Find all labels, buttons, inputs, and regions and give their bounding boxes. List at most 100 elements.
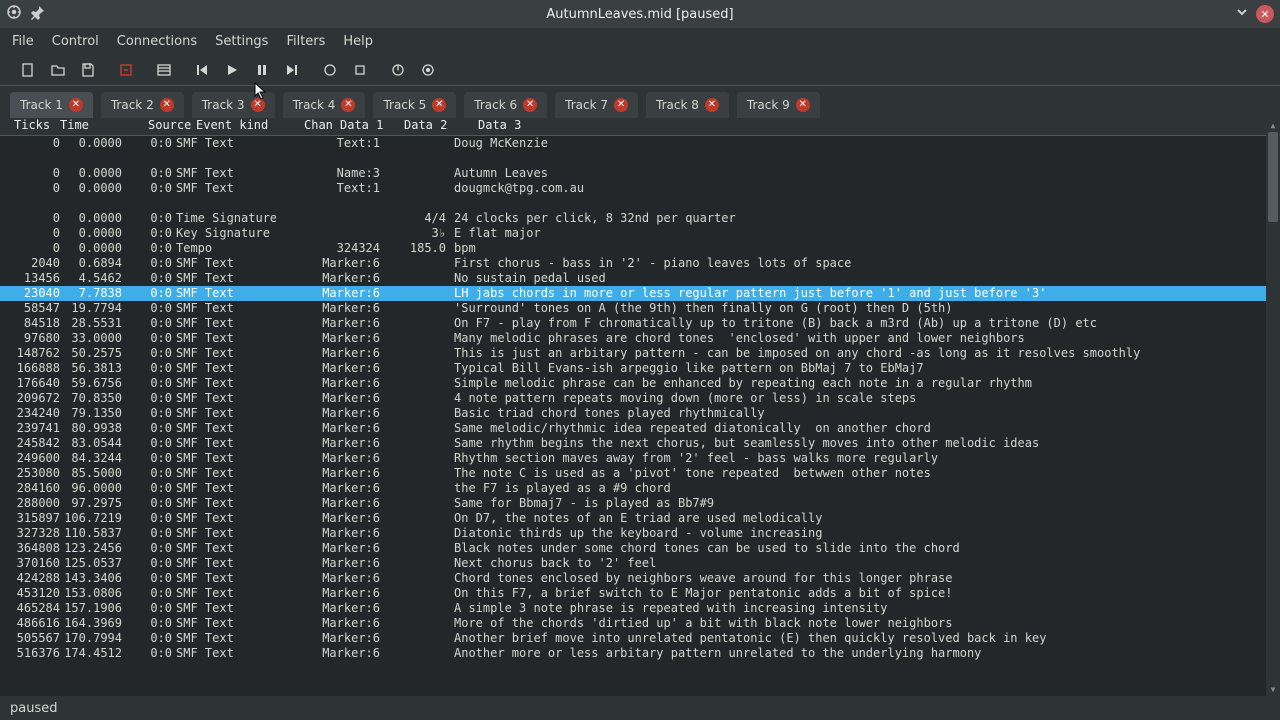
tab-track-4[interactable]: Track 4✕ (283, 92, 366, 118)
menu-connections[interactable]: Connections (117, 34, 197, 49)
table-row[interactable]: 516376174.45120:0SMF TextMarker:6Another… (0, 646, 1266, 661)
table-row[interactable]: 28416096.00000:0SMF TextMarker:6the F7 i… (0, 481, 1266, 496)
table-row[interactable]: 486616164.39690:0SMF TextMarker:6More of… (0, 616, 1266, 631)
col-kind[interactable]: Event kind (196, 118, 304, 135)
table-row[interactable]: 24960084.32440:0SMF TextMarker:6Rhythm s… (0, 451, 1266, 466)
scroll-thumb[interactable] (1268, 132, 1278, 222)
scroll-down-icon[interactable]: ▾ (1266, 682, 1280, 696)
statusbar: paused (0, 696, 1280, 720)
window-title: AutumnLeaves.mid [paused] (46, 7, 1234, 22)
table-row[interactable]: 17664059.67560:0SMF TextMarker:6Simple m… (0, 376, 1266, 391)
table-row[interactable]: 5854719.77940:0SMF TextMarker:6'Surround… (0, 301, 1266, 316)
table-row[interactable]: 00.00000:0Tempo324324185.0bpm (0, 241, 1266, 256)
tab-close-icon[interactable]: ✕ (432, 98, 446, 112)
menu-help[interactable]: Help (343, 34, 373, 49)
minimize-icon[interactable] (1234, 4, 1250, 24)
table-row[interactable]: 453120153.08060:0SMF TextMarker:6On this… (0, 586, 1266, 601)
table-row[interactable]: 00.00000:0SMF TextName:3Autumn Leaves (0, 166, 1266, 181)
pin-icon[interactable] (30, 4, 46, 24)
table-row[interactable]: 315897106.72190:0SMF TextMarker:6On D7, … (0, 511, 1266, 526)
save-button[interactable] (74, 56, 102, 84)
table-header: Ticks Time Source Event kind Chan Data 1… (0, 118, 1280, 136)
menu-control[interactable]: Control (52, 34, 99, 49)
new-button[interactable] (14, 56, 42, 84)
tab-track-8[interactable]: Track 8✕ (646, 92, 729, 118)
table-row[interactable]: 20967270.83500:0SMF TextMarker:64 note p… (0, 391, 1266, 406)
table-row[interactable]: 28800097.29750:0SMF TextMarker:6Same for… (0, 496, 1266, 511)
table-row[interactable]: 00.00000:0Key Signature3♭E flat major (0, 226, 1266, 241)
rewind-button[interactable] (188, 56, 216, 84)
pause-button[interactable] (248, 56, 276, 84)
table-row[interactable]: 20400.68940:0SMF TextMarker:6First choru… (0, 256, 1266, 271)
col-chan[interactable]: Chan (304, 118, 340, 135)
tab-label: Track 3 (202, 98, 245, 112)
tabstrip: Track 1✕Track 2✕Track 3✕Track 4✕Track 5✕… (0, 86, 1280, 118)
col-source[interactable]: Source (124, 118, 196, 135)
tab-close-icon[interactable]: ✕ (796, 98, 810, 112)
table-row[interactable]: 424288143.34060:0SMF TextMarker:6Chord t… (0, 571, 1266, 586)
table-row[interactable]: 00.00000:0Time Signature4/424 clocks per… (0, 211, 1266, 226)
table-row[interactable]: 23424079.13500:0SMF TextMarker:6Basic tr… (0, 406, 1266, 421)
table-row[interactable]: 00.00000:0SMF TextText:1Doug McKenzie (0, 136, 1266, 151)
table-row[interactable]: 327328110.58370:0SMF TextMarker:6Diatoni… (0, 526, 1266, 541)
table-row[interactable]: 364808123.24560:0SMF TextMarker:6Black n… (0, 541, 1266, 556)
event-table: Ticks Time Source Event kind Chan Data 1… (0, 118, 1280, 696)
table-row[interactable]: 8451828.55310:0SMF TextMarker:6On F7 - p… (0, 316, 1266, 331)
close-icon[interactable]: ✕ (1256, 5, 1274, 23)
table-row[interactable]: 9768033.00000:0SMF TextMarker:6Many melo… (0, 331, 1266, 346)
table-row[interactable]: 24584283.05440:0SMF TextMarker:6Same rhy… (0, 436, 1266, 451)
table-body[interactable]: 00.00000:0SMF TextText:1Doug McKenzie 00.… (0, 136, 1266, 696)
table-row[interactable]: 25308085.50000:0SMF TextMarker:6The note… (0, 466, 1266, 481)
tab-track-1[interactable]: Track 1 ✕ (10, 92, 93, 118)
menu-filters[interactable]: Filters (286, 34, 325, 49)
close-tab-button[interactable] (112, 56, 140, 84)
tab-label: Track 9 (747, 98, 790, 112)
col-ticks[interactable]: Ticks (14, 118, 60, 135)
tab-close-icon[interactable]: ✕ (523, 98, 537, 112)
menu-file[interactable]: File (12, 34, 34, 49)
tab-label: Track 7 (565, 98, 608, 112)
tab-close-icon[interactable]: ✕ (160, 98, 174, 112)
tab-close-icon[interactable]: ✕ (251, 98, 265, 112)
table-row[interactable]: 14876250.25750:0SMF TextMarker:6This is … (0, 346, 1266, 361)
tab-track-5[interactable]: Track 5✕ (373, 92, 456, 118)
open-button[interactable] (44, 56, 72, 84)
table-row[interactable]: 134564.54620:0SMF TextMarker:6No sustain… (0, 271, 1266, 286)
tab-track-7[interactable]: Track 7 ✕ (555, 92, 638, 118)
table-row[interactable]: 230407.78380:0SMF TextMarker:6LH jabs ch… (0, 286, 1266, 301)
menu-settings[interactable]: Settings (215, 34, 268, 49)
toolbar (0, 54, 1280, 86)
play-button[interactable] (218, 56, 246, 84)
tab-track-2[interactable]: Track 2 ✕ (101, 92, 184, 118)
table-row[interactable]: 370160125.05370:0SMF TextMarker:6Next ch… (0, 556, 1266, 571)
col-time[interactable]: Time (60, 118, 124, 135)
tab-label: Track 2 (111, 98, 154, 112)
tab-label: Track 1 (20, 98, 63, 112)
table-row[interactable]: 505567170.79940:0SMF TextMarker:6Another… (0, 631, 1266, 646)
forward-button[interactable] (278, 56, 306, 84)
table-row[interactable]: 16688856.38130:0SMF TextMarker:6Typical … (0, 361, 1266, 376)
table-row[interactable]: 00.00000:0SMF TextText:1dougmck@tpg.com.… (0, 181, 1266, 196)
scrollbar[interactable]: ▴ ▾ (1266, 118, 1280, 696)
tab-close-icon[interactable]: ✕ (69, 98, 83, 112)
tab-close-icon[interactable]: ✕ (341, 98, 355, 112)
col-d1[interactable]: Data 1 (340, 118, 404, 135)
table-row[interactable]: 465284157.19060:0SMF TextMarker:6A simpl… (0, 601, 1266, 616)
loop-end-button[interactable] (414, 56, 442, 84)
record-button[interactable] (316, 56, 344, 84)
status-label: paused (10, 701, 57, 716)
col-d3[interactable]: Data 3 (474, 118, 1280, 135)
list-button[interactable] (150, 56, 178, 84)
stop-button[interactable] (346, 56, 374, 84)
tab-track-6[interactable]: Track 6✕ (464, 92, 547, 118)
col-d2[interactable]: Data 2 (404, 118, 474, 135)
loop-start-button[interactable] (384, 56, 412, 84)
tab-close-icon[interactable]: ✕ (705, 98, 719, 112)
tab-close-icon[interactable]: ✕ (614, 98, 628, 112)
menubar: File Control Connections Settings Filter… (0, 28, 1280, 54)
app-menu-icon[interactable] (6, 4, 22, 24)
tab-track-3[interactable]: Track 3 ✕ (192, 92, 275, 118)
table-row[interactable]: 23974180.99380:0SMF TextMarker:6Same mel… (0, 421, 1266, 436)
tab-track-9[interactable]: Track 9 ✕ (737, 92, 820, 118)
scroll-up-icon[interactable]: ▴ (1266, 118, 1280, 132)
